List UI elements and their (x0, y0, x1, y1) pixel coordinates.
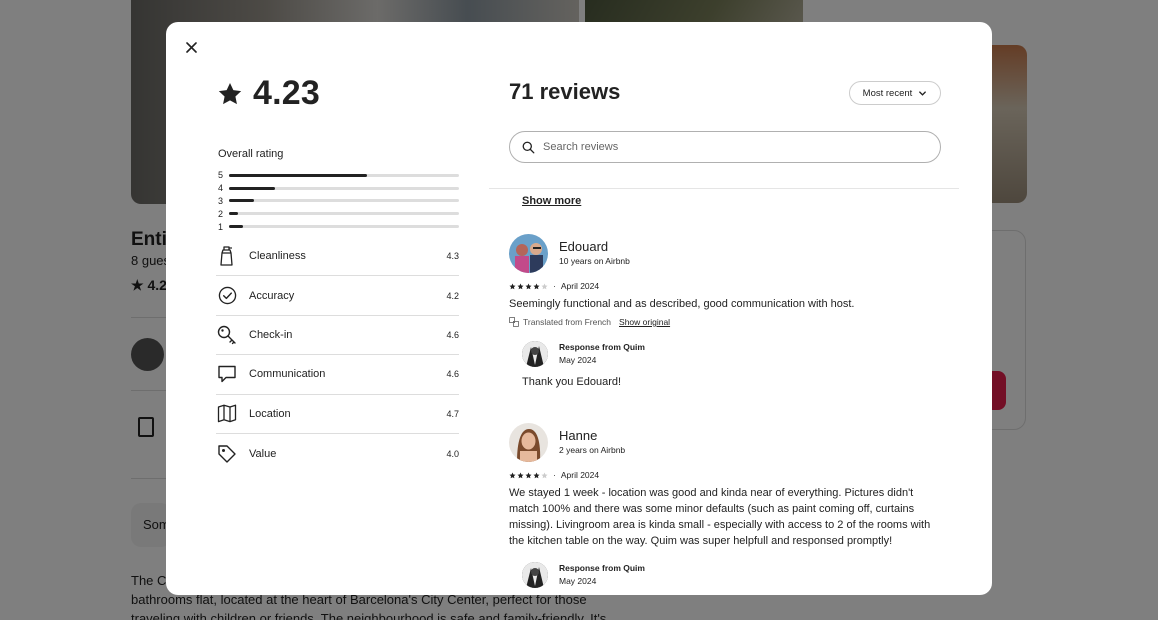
distribution-fill (229, 186, 275, 190)
review-item: Edouard 10 years on Airbnb · April 2024 … (509, 233, 949, 388)
category-row-value: Value 4.0 (216, 434, 459, 473)
tag-icon (216, 443, 238, 465)
sort-label: Most recent (862, 87, 913, 99)
spray-bottle-icon (216, 245, 238, 267)
category-name: Communication (249, 368, 326, 381)
review-text: Seemingly functional and as described, g… (509, 298, 855, 310)
sort-dropdown[interactable]: Most recent (849, 81, 941, 105)
star-icon (517, 472, 524, 478)
overall-rating: 4.23 (217, 74, 320, 113)
host-response: Response from Quim May 2024 (522, 562, 949, 588)
review-date: April 2024 (560, 281, 600, 291)
response-text: Thank you Edouard! (522, 376, 622, 388)
search-reviews-field[interactable] (509, 131, 941, 163)
response-date: May 2024 (559, 576, 597, 586)
distribution-bar (229, 199, 459, 203)
category-row-cleanliness: Cleanliness 4.3 (216, 237, 459, 277)
show-original-link[interactable]: Show original (619, 317, 670, 327)
distribution-row: 5 (218, 169, 459, 182)
star-icon (509, 472, 516, 478)
chevron-down-icon (919, 90, 927, 96)
star-icon (533, 283, 540, 289)
translation-note: Translated from French Show original (509, 317, 949, 327)
reviewer-name: Edouard (559, 239, 609, 254)
translated-label: Translated from French (523, 317, 612, 327)
review-date: April 2024 (560, 470, 600, 480)
category-ratings: Cleanliness 4.3 Accuracy 4.2 Check-in 4.6 Comm… (216, 237, 459, 473)
review-stars (509, 283, 548, 290)
category-value: 4.3 (446, 251, 459, 262)
distribution-row: 4 (218, 182, 459, 195)
reviewer-tenure: 2 years on Airbnb (559, 445, 626, 455)
distribution-fill (229, 199, 255, 203)
search-input[interactable] (543, 141, 903, 153)
category-value: 4.0 (446, 448, 459, 459)
translate-icon (509, 317, 519, 327)
host-response: Response from Quim May 2024 Thank you Ed… (522, 341, 949, 388)
response-title: Response from Quim (559, 563, 645, 573)
distribution-label: 5 (218, 170, 224, 181)
distribution-bar (229, 186, 459, 190)
response-date: May 2024 (559, 355, 597, 365)
category-row-accuracy: Accuracy 4.2 (216, 276, 459, 316)
search-icon (522, 141, 535, 153)
category-value: 4.7 (446, 408, 459, 419)
distribution-label: 2 (218, 208, 224, 219)
category-name: Check-in (249, 328, 293, 341)
distribution-fill (229, 212, 239, 216)
distribution-bar (229, 212, 459, 216)
distribution-row: 3 (218, 195, 459, 208)
category-value: 4.2 (446, 290, 459, 301)
category-name: Location (249, 407, 291, 420)
category-value: 4.6 (446, 369, 459, 380)
star-icon (517, 283, 524, 289)
distribution-row: 1 (218, 220, 459, 233)
distribution-row: 2 (218, 207, 459, 220)
overall-rating-label: Overall rating (218, 148, 284, 160)
key-icon (216, 324, 238, 346)
overall-score: 4.23 (253, 74, 320, 112)
category-value: 4.6 (446, 329, 459, 340)
category-row-location: Location 4.7 (216, 395, 459, 434)
host-avatar[interactable] (522, 341, 548, 367)
distribution-fill (229, 225, 243, 229)
distribution-label: 3 (218, 195, 224, 206)
review-item: Hanne 2 years on Airbnb · April 2024 We … (509, 422, 949, 588)
star-icon (509, 283, 516, 289)
reviews-list[interactable]: Show more Edouard 10 years on Airbnb · A… (509, 189, 949, 595)
distribution-label: 1 (218, 221, 224, 232)
star-icon (218, 82, 242, 104)
reviewer-avatar[interactable] (509, 233, 548, 273)
star-icon (525, 472, 532, 478)
reviews-modal: 4.23 Overall rating 5 43 2 1 Cleanliness 4.3… (166, 22, 992, 595)
review-text: We stayed 1 week - location was good and… (509, 487, 931, 547)
close-button[interactable] (180, 36, 202, 58)
message-icon (216, 363, 238, 385)
star-icon (525, 283, 532, 289)
distribution-label: 4 (218, 183, 224, 194)
rating-distribution: 5 43 2 1 (218, 169, 459, 233)
reviewer-avatar[interactable] (509, 422, 548, 462)
reviewer-name: Hanne (559, 428, 598, 443)
star-icon (533, 472, 540, 478)
star-icon (541, 283, 548, 289)
close-icon (185, 41, 197, 53)
category-row-check-in: Check-in 4.6 (216, 316, 459, 356)
star-icon (541, 472, 548, 478)
distribution-bar (229, 173, 459, 177)
distribution-fill (229, 173, 367, 177)
category-row-communication: Communication 4.6 (216, 355, 459, 395)
response-title: Response from Quim (559, 342, 645, 352)
reviewer-tenure: 10 years on Airbnb (559, 256, 630, 266)
distribution-bar (229, 225, 459, 229)
category-name: Value (249, 447, 277, 460)
host-avatar[interactable] (522, 562, 548, 588)
category-name: Accuracy (249, 289, 295, 302)
check-circle-icon (216, 285, 238, 307)
reviews-count-title: 71 reviews (509, 79, 621, 104)
review-stars (509, 472, 548, 479)
category-name: Cleanliness (249, 250, 306, 263)
show-more-link[interactable]: Show more (522, 195, 581, 207)
map-icon (216, 403, 238, 425)
